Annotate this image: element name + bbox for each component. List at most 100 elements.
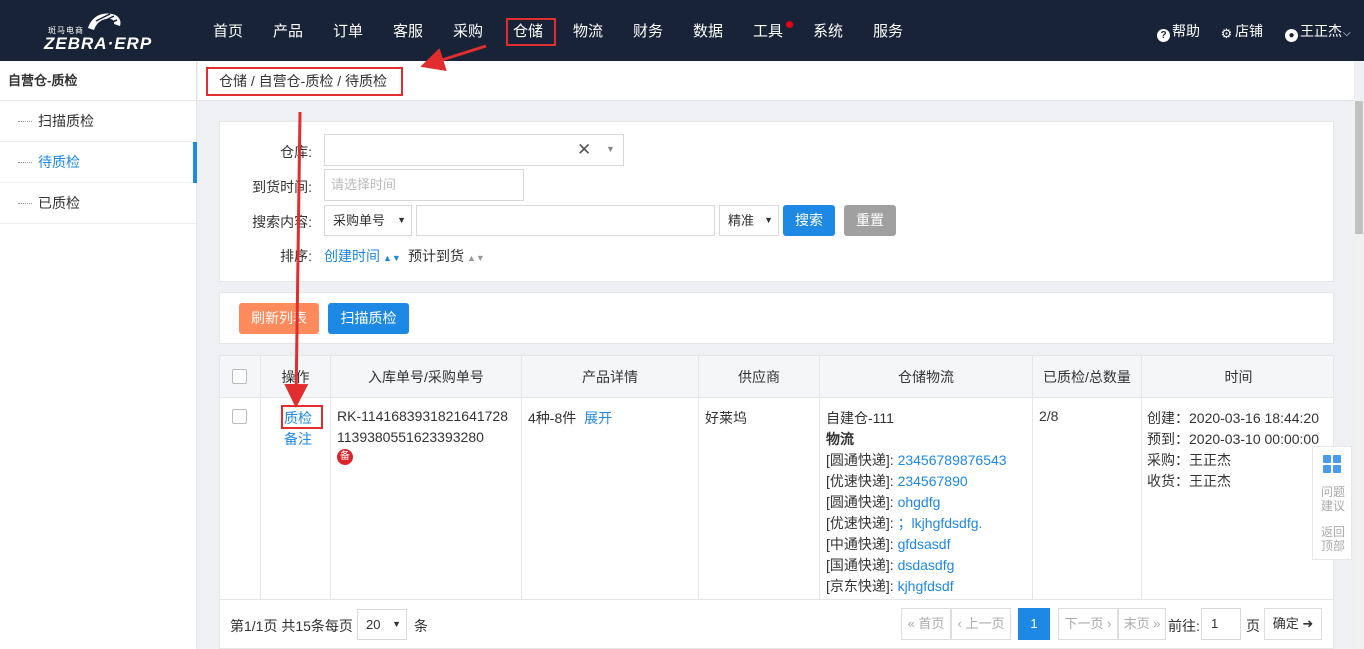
logistics-entry: [优速快递]: ；lkjhgfdsdfg. <box>826 515 983 531</box>
dropdown-arrow-icon: ▼ <box>392 619 401 629</box>
tracking-number-link[interactable]: kjhgfdsdf <box>898 578 954 594</box>
floating-tools: 问题建议 返回顶部 <box>1312 446 1352 560</box>
tracking-number-link[interactable]: gfdsasdf <box>898 536 951 552</box>
tracking-number-link[interactable]: dsdasdfg <box>898 557 955 573</box>
next-page-button[interactable]: 下一页 › <box>1058 608 1118 640</box>
tracking-number-link[interactable]: 234567890 <box>898 473 968 489</box>
zebra-erp-logo[interactable]: 斑马电商 ZEBRA·ERP <box>40 10 160 53</box>
page-scrollbar[interactable] <box>1354 101 1364 649</box>
header-checkbox-cell <box>220 356 261 398</box>
arrival-time-placeholder: 请选择时间 <box>331 177 397 192</box>
nav-product[interactable]: 产品 <box>273 0 303 61</box>
prev-page-button[interactable]: ‹ 上一页 <box>951 608 1011 640</box>
note-badge[interactable]: 备 <box>337 449 353 465</box>
chevron-down-icon: ⌵ <box>1343 28 1351 39</box>
last-page-button[interactable]: 末页 » <box>1118 608 1166 640</box>
tracking-number-link[interactable]: ohgdfg <box>898 494 941 510</box>
row-quantity-cell: 2/8 <box>1033 398 1142 599</box>
sort-label: 排序: <box>280 248 312 264</box>
shop-link[interactable]: ⚙ 店铺 <box>1220 0 1263 61</box>
breadcrumb: 仓储 / 自营仓-质检 / 待质检 <box>206 67 403 96</box>
refresh-list-button[interactable]: 刷新列表 <box>239 303 319 334</box>
warehouse-name: 自建仓-111 <box>826 410 894 426</box>
sidebar-item-label: 待质检 <box>38 154 80 170</box>
logistics-entry: [优速快递]: 234567890 <box>826 473 968 489</box>
warehouse-select[interactable]: ✕ ▼ <box>324 134 624 166</box>
header-operation: 操作 <box>261 356 331 398</box>
nav-tools[interactable]: 工具 <box>753 0 783 61</box>
search-content-label: 搜索内容: <box>252 214 312 230</box>
nav-data[interactable]: 数据 <box>693 0 723 61</box>
match-mode-select[interactable]: 精准 ▼ <box>719 205 779 236</box>
sidebar-item-inspected[interactable]: 已质检 <box>0 183 196 224</box>
nav-service[interactable]: 客服 <box>393 0 423 61</box>
dropdown-arrow-icon: ▼ <box>606 144 615 154</box>
page-size-value: 20 <box>366 617 381 632</box>
sort-created-time[interactable]: 创建时间 ▲▼ <box>324 246 401 266</box>
sidebar-item-scan-inspect[interactable]: 扫描质检 <box>0 101 196 142</box>
nav-finance[interactable]: 财务 <box>633 0 663 61</box>
clear-icon[interactable]: ✕ <box>577 140 591 160</box>
nav-system[interactable]: 系统 <box>813 0 843 61</box>
sort-expected-label: 预计到货 <box>408 248 464 264</box>
sort-icon: ▲▼ <box>467 253 485 263</box>
purchase-number: 1139380551623393280 <box>337 429 484 445</box>
page-summary: 第1/1页 共15条每页 <box>230 618 353 634</box>
feedback-button[interactable]: 问题建议 <box>1313 485 1353 513</box>
page-size-select[interactable]: 20 ▼ <box>357 609 407 640</box>
inspect-link[interactable]: 质检 <box>284 408 312 428</box>
dropdown-arrow-icon: ▼ <box>397 215 406 225</box>
zebra-logo-icon <box>88 13 121 31</box>
inbound-number: RK-1141683931821641728 <box>337 408 509 424</box>
nav-home[interactable]: 首页 <box>213 0 243 61</box>
row-supplier-cell: 好莱坞 <box>699 398 820 599</box>
match-mode-value: 精准 <box>728 213 755 228</box>
notification-dot <box>786 21 793 28</box>
search-type-select[interactable]: 采购单号 ▼ <box>324 205 412 236</box>
row-product-cell: 4种-8件 展开 <box>522 398 699 599</box>
confirm-goto-button[interactable]: 确定 ➜ <box>1264 608 1322 640</box>
tracking-number-link[interactable]: 23456789876543 <box>898 452 1007 468</box>
page-1-button[interactable]: 1 <box>1018 608 1050 640</box>
help-icon: ? <box>1157 29 1170 42</box>
user-icon: ● <box>1285 29 1298 42</box>
tracking-number-link[interactable]: ；lkjhgfdsdfg. <box>898 515 983 531</box>
sidebar-item-pending-inspect[interactable]: 待质检 <box>0 142 197 183</box>
expand-link[interactable]: 展开 <box>584 410 612 426</box>
help-link[interactable]: ? 帮助 <box>1157 0 1200 61</box>
search-input[interactable] <box>416 205 715 236</box>
sidebar: 自营仓-质检 扫描质检 待质检 已质检 <box>0 61 197 649</box>
search-button[interactable]: 搜索 <box>783 205 835 236</box>
scan-inspect-button[interactable]: 扫描质检 <box>328 303 409 334</box>
goto-page-input[interactable]: 1 <box>1201 608 1241 640</box>
user-menu[interactable]: ● 王正杰⌵ <box>1285 0 1351 61</box>
logistics-entry: [圆通快递]: ohgdfg <box>826 494 941 510</box>
breadcrumb-bar: 仓储 / 自营仓-质检 / 待质检 <box>198 61 1354 101</box>
goto-page-value: 1 <box>1211 616 1219 631</box>
scrollbar-thumb[interactable] <box>1355 101 1363 234</box>
logistics-entry: [圆通快递]: 23456789876543 <box>826 452 1007 468</box>
nav-purchase[interactable]: 采购 <box>453 0 483 61</box>
back-to-top-button[interactable]: 返回顶部 <box>1313 525 1353 553</box>
shop-label: 店铺 <box>1235 23 1263 39</box>
nav-logistics[interactable]: 物流 <box>573 0 603 61</box>
select-all-checkbox[interactable] <box>232 369 247 384</box>
reset-button[interactable]: 重置 <box>844 205 896 236</box>
product-summary: 4种-8件 <box>528 410 577 426</box>
header-time: 时间 <box>1142 356 1333 398</box>
row-order-cell: RK-1141683931821641728 11393805516233932… <box>331 398 522 599</box>
nav-order[interactable]: 订单 <box>333 0 363 61</box>
arrival-time-input[interactable]: 请选择时间 <box>324 169 524 201</box>
sort-icon: ▲▼ <box>383 253 401 263</box>
filter-panel: 仓库: ✕ ▼ 到货时间: 请选择时间 搜索内容: 采购单号 ▼ 精准 ▼ 搜索… <box>219 121 1334 282</box>
note-link[interactable]: 备注 <box>284 429 312 449</box>
sort-expected-arrival[interactable]: 预计到货 ▲▼ <box>408 246 485 266</box>
sidebar-title: 自营仓-质检 <box>0 61 196 101</box>
header-supplier: 供应商 <box>699 356 820 398</box>
nav-services[interactable]: 服务 <box>873 0 903 61</box>
first-page-button[interactable]: « 首页 <box>901 608 951 640</box>
search-type-value: 采购单号 <box>333 213 386 228</box>
header-quantity: 已质检/总数量 <box>1033 356 1142 398</box>
grid-icon[interactable] <box>1323 455 1342 474</box>
row-checkbox[interactable] <box>232 409 247 424</box>
